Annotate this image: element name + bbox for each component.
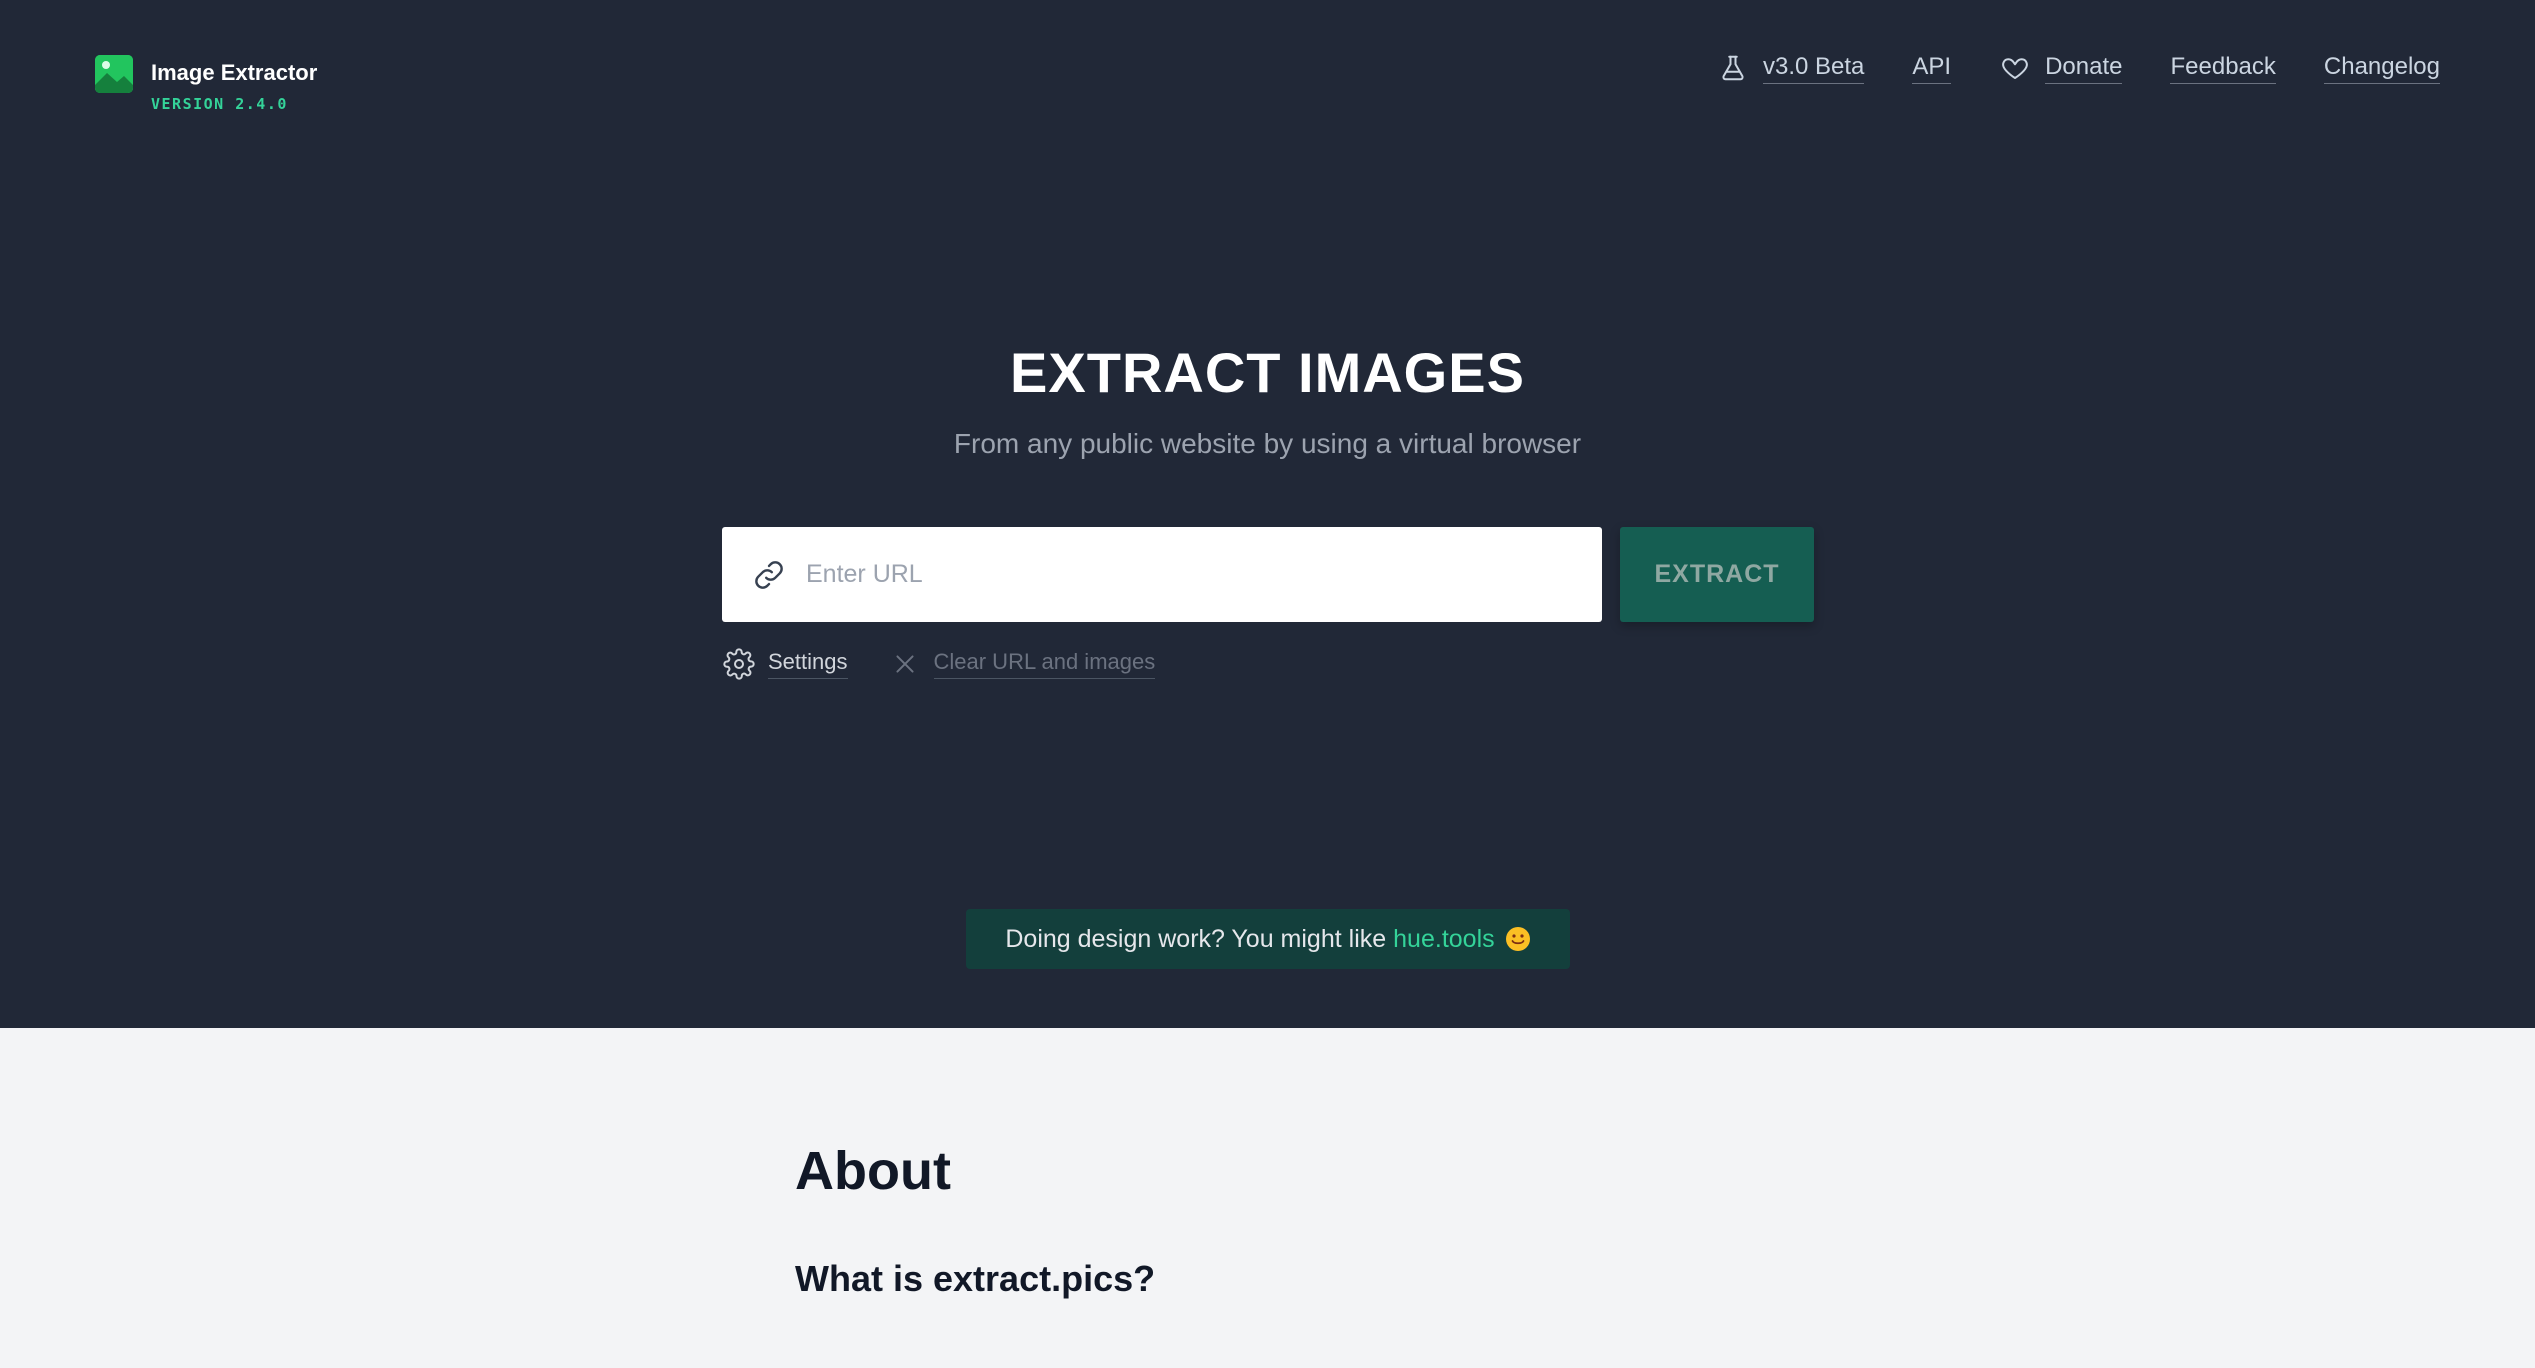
link-icon (752, 558, 786, 592)
nav-api-label: API (1912, 53, 1952, 84)
promo-text: Doing design work? You might like (1005, 924, 1387, 953)
about-section: About What is extract.pics? (795, 1140, 1155, 1300)
url-form: EXTRACT (722, 527, 1814, 622)
nav-beta-label: v3.0 Beta (1763, 53, 1865, 84)
hero-section: Image Extractor VERSION 2.4.0 v3.0 Beta … (0, 0, 2535, 1028)
settings-button[interactable]: Settings (722, 647, 848, 681)
url-field[interactable] (722, 527, 1602, 622)
gear-icon (722, 647, 756, 681)
clear-label: Clear URL and images (933, 649, 1156, 679)
brand[interactable]: Image Extractor VERSION 2.4.0 (95, 55, 317, 113)
top-nav: v3.0 Beta API Donate Feedback Changelog (1669, 52, 2440, 84)
settings-label: Settings (768, 649, 848, 679)
flask-icon (1717, 52, 1749, 84)
nav-feedback-label: Feedback (2170, 53, 2276, 84)
nav-changelog-label: Changelog (2323, 53, 2440, 84)
nav-changelog-link[interactable]: Changelog (2323, 53, 2440, 84)
page-subtitle: From any public website by using a virtu… (953, 428, 1582, 459)
about-question: What is extract.pics? (795, 1258, 1156, 1299)
heart-icon (1999, 52, 2031, 84)
version-label: VERSION 2.4.0 (151, 95, 288, 113)
brand-title: Image Extractor (151, 60, 318, 85)
nav-api-link[interactable]: API (1912, 53, 1952, 84)
page-title: EXTRACT IMAGES (1010, 341, 1525, 404)
clear-button[interactable]: Clear URL and images (888, 647, 1156, 681)
promo-banner: Doing design work? You might like hue.to… (966, 909, 1570, 969)
url-input[interactable] (806, 560, 1586, 589)
close-icon (888, 647, 922, 681)
about-heading: About (795, 1141, 951, 1201)
nav-feedback-link[interactable]: Feedback (2170, 53, 2276, 84)
image-logo-icon (95, 55, 133, 93)
promo-link[interactable]: hue.tools (1393, 925, 1494, 954)
nav-donate-link[interactable]: Donate (1999, 52, 2123, 84)
extract-button[interactable]: EXTRACT (1620, 527, 1814, 622)
nav-donate-label: Donate (2045, 53, 2123, 84)
form-options: Settings Clear URL and images (722, 647, 1156, 681)
smiley-icon (1505, 926, 1531, 952)
nav-beta-link[interactable]: v3.0 Beta (1717, 52, 1865, 84)
